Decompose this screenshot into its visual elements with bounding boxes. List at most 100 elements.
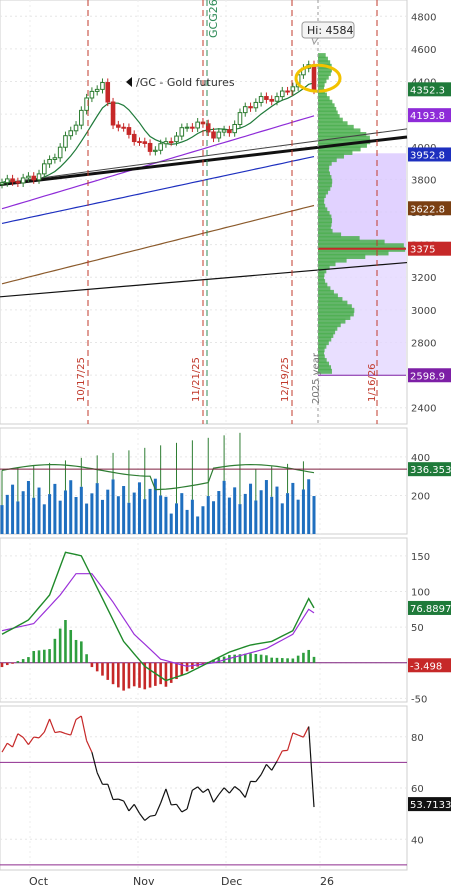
volume-bar (26, 481, 30, 534)
macd-histogram-bar (259, 654, 263, 663)
macd-histogram-bar (291, 658, 295, 663)
volume-bar (180, 493, 184, 534)
volume-bar (37, 487, 41, 534)
macd-histogram-bar (270, 657, 273, 663)
candle-body (52, 157, 58, 160)
x-label-oct: Oct (29, 875, 49, 888)
candle-body (100, 82, 105, 90)
macd-histogram-bar (74, 639, 78, 663)
volume-bar (95, 483, 99, 534)
macd-histogram-bar (64, 620, 67, 663)
rsi-line-segment (33, 736, 40, 739)
rsi-y-tick-label: 60 (411, 784, 424, 795)
candle-body (190, 126, 195, 129)
macd-histogram-bar (185, 662, 189, 672)
candle-body (15, 181, 21, 184)
volume-bar (280, 503, 284, 534)
volume-bar (100, 499, 104, 534)
macd-y-tick-label: 100 (411, 587, 430, 598)
volume-bar (301, 489, 305, 534)
candle-body (105, 82, 111, 103)
volume-bar (185, 509, 189, 534)
volume-bar (196, 516, 200, 534)
volume-bar (132, 492, 136, 534)
date-marker-nov21: 11/21/25 (191, 357, 202, 402)
candle-body (153, 149, 158, 152)
macd-value-badge-text: -3.498 (410, 661, 442, 672)
macd-histogram-bar (243, 653, 247, 663)
macd-histogram-bar (138, 662, 141, 688)
volume-bar (201, 506, 205, 534)
candle-body (89, 90, 95, 99)
candle-body (36, 173, 42, 181)
macd-histogram-bar (307, 649, 311, 663)
volume-bar (116, 496, 120, 534)
rsi-line-segment (171, 803, 177, 806)
date-marker-oct17: 10/17/25 (76, 357, 87, 402)
macd-histogram-bar (21, 659, 25, 663)
candle-body (94, 88, 100, 92)
volume-bar (85, 503, 89, 534)
macd-y-tick-label: 150 (411, 552, 430, 563)
rsi-value-badge-text: 53.7133 (410, 800, 451, 811)
macd-histogram-bar (106, 662, 110, 680)
price-value-badge: 4193.8 (408, 108, 451, 123)
macd-histogram-bar (265, 655, 268, 663)
profile-bar (318, 53, 326, 59)
macd-histogram-bar (53, 638, 57, 663)
macd-histogram-bar (16, 661, 20, 663)
rsi-value-badge: 53.7133 (408, 797, 451, 812)
price-y-tick-label: 2800 (411, 338, 436, 349)
price-value-badge-text: 4193.8 (410, 111, 445, 122)
volume-bar (254, 500, 258, 534)
macd-histogram-bar (233, 654, 236, 663)
x-label-dec: Dec (221, 875, 242, 888)
volume-bar (233, 487, 237, 534)
candle-body (163, 141, 169, 145)
candle-body (311, 64, 317, 91)
volume-bar (90, 493, 94, 534)
candle-body (79, 109, 84, 126)
volume-bar (296, 499, 300, 534)
macd-histogram-bar (132, 662, 136, 687)
volume-bar (190, 499, 194, 534)
macd-histogram-bar (254, 654, 258, 663)
price-value-badge-text: 3952.8 (410, 150, 445, 161)
price-y-tick-label: 3800 (411, 175, 436, 186)
macd-value-badge: -3.498 (408, 658, 451, 673)
candle-body (253, 101, 259, 109)
macd-histogram-bar (302, 652, 305, 663)
candle-body (174, 135, 179, 143)
price-y-tick-label: 3000 (411, 306, 436, 317)
macd-histogram-bar (90, 662, 94, 668)
volume-bar (243, 493, 247, 534)
volume-value-badge: 336.353 (408, 462, 451, 477)
macd-histogram-bar (275, 657, 279, 663)
candle-body (47, 158, 52, 165)
candle-body (31, 175, 37, 181)
volume-bar (312, 496, 316, 534)
price-value-badge: 3375 (408, 241, 451, 256)
high-label-text: Hi: 4584 (307, 24, 354, 37)
candle-body (126, 127, 132, 135)
candle-body (20, 177, 26, 184)
macd-histogram-bar (95, 662, 99, 672)
macd-histogram-bar (27, 657, 30, 663)
candle-body (121, 126, 126, 129)
candle-body (57, 146, 63, 159)
macd-histogram-bar (280, 658, 284, 663)
price-y-tick-label: 3200 (411, 273, 436, 284)
volume-bar (137, 482, 141, 534)
macd-histogram-bar (127, 662, 131, 689)
date-marker-jan16: 1/16/26 (367, 363, 378, 402)
candle-body (248, 106, 253, 109)
candle-body (147, 142, 153, 152)
volume-bar (122, 486, 126, 534)
candle-body (4, 178, 10, 184)
volume-bar (5, 494, 9, 534)
candle-body (242, 106, 248, 114)
macd-histogram-bar (85, 654, 88, 663)
volume-bar (175, 503, 179, 534)
candle-body (26, 175, 31, 179)
candle-body (269, 98, 274, 102)
